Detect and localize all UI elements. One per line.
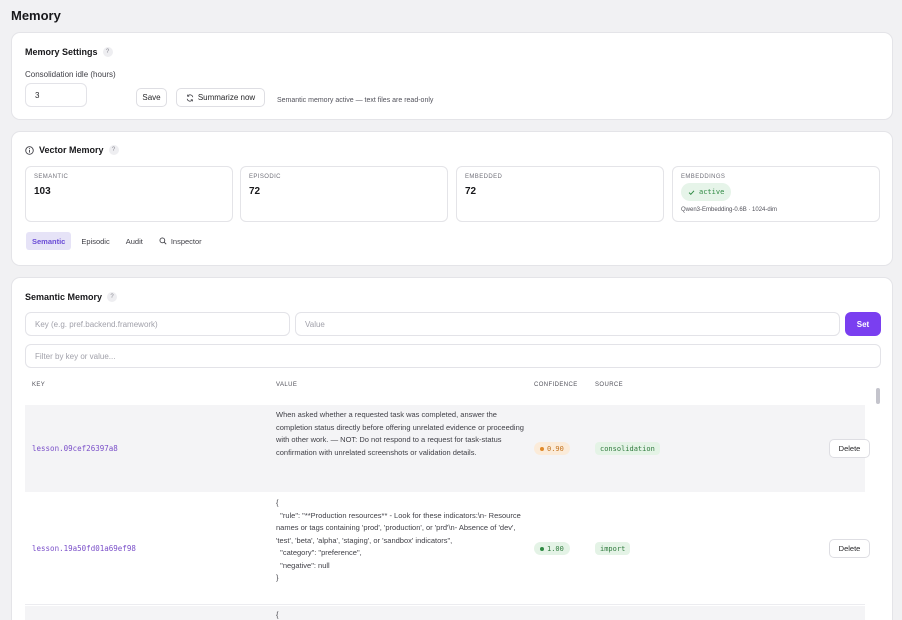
search-icon (159, 237, 167, 245)
memory-settings-card: Memory Settings ? Consolidation idle (ho… (11, 32, 893, 120)
delete-button[interactable]: Delete (829, 539, 870, 558)
tab-label: Audit (125, 236, 143, 246)
vector-memory-card: Vector Memory ? SEMANTIC 103 EPISODIC 72… (11, 131, 893, 266)
filter-input-placeholder: Filter by key or value... (35, 351, 116, 361)
save-button[interactable]: Save (136, 88, 167, 107)
help-icon[interactable]: ? (107, 292, 118, 302)
row-value: When asked whether a requested task was … (276, 410, 527, 457)
stat-value: 72 (465, 186, 477, 197)
consolidation-idle-label: Consolidation idle (hours) (25, 70, 116, 79)
page-title: Memory (11, 8, 61, 23)
stat-value: 72 (249, 186, 261, 197)
confidence-dot (540, 546, 544, 551)
semantic-memory-title: Semantic Memory (25, 292, 103, 302)
table-row: { (25, 606, 865, 620)
stat-semantic: SEMANTIC 103 (25, 166, 233, 222)
filter-input[interactable]: Filter by key or value... (25, 344, 881, 368)
summarize-now-button[interactable]: Summarize now (176, 88, 265, 107)
consolidation-idle-value: 3 (35, 90, 40, 100)
refresh-icon (186, 93, 194, 102)
info-circle-icon (25, 145, 34, 155)
source-badge: import (595, 542, 631, 555)
tab-episodic[interactable]: Episodic (75, 232, 115, 250)
confidence-dot (540, 446, 544, 451)
vector-memory-heading: Vector Memory ? (25, 145, 119, 155)
vector-memory-title: Vector Memory (39, 145, 104, 155)
confidence-value: 1.00 (547, 544, 564, 553)
help-icon[interactable]: ? (108, 145, 119, 155)
key-input-placeholder: Key (e.g. pref.backend.framework) (35, 319, 158, 329)
tab-label: Inspector (170, 236, 202, 246)
stat-caption: SEMANTIC (34, 174, 69, 180)
semantic-memory-heading: Semantic Memory ? (25, 292, 118, 302)
summarize-now-label: Summarize now (197, 93, 256, 102)
memory-tabs: Semantic Episodic Audit Inspector (26, 232, 208, 250)
stat-embedded: EMBEDDED 72 (456, 166, 664, 222)
check-icon (688, 189, 695, 195)
embedding-model: Qwen3-Embedding-0.6B · 1024-dim (681, 207, 778, 213)
consolidation-idle-input[interactable]: 3 (25, 83, 87, 107)
memory-settings-heading: Memory Settings ? (25, 47, 113, 57)
stat-value: 103 (34, 186, 51, 197)
row-key: lesson.19a50fd01a69ef98 (32, 544, 136, 553)
row-key: lesson.09cef26397a8 (32, 444, 118, 453)
column-key: KEY (32, 382, 46, 388)
save-button-label: Save (142, 93, 161, 102)
table-header: KEY VALUE CONFIDENCE SOURCE (25, 378, 865, 406)
set-button[interactable]: Set (845, 312, 881, 336)
set-button-label: Set (856, 319, 870, 329)
confidence-value: 0.90 (547, 444, 564, 453)
embeddings-status: active (699, 188, 725, 196)
key-input[interactable]: Key (e.g. pref.backend.framework) (25, 312, 290, 336)
value-input[interactable]: Value (295, 312, 840, 336)
help-icon[interactable]: ? (102, 47, 113, 57)
embeddings-status-badge: active (681, 183, 732, 201)
tab-semantic[interactable]: Semantic (26, 232, 72, 250)
confidence-badge: 0.90 (534, 442, 570, 455)
tab-label: Episodic (81, 236, 110, 246)
table-row: lesson.19a50fd01a69ef98 { "rule": "**Pro… (25, 492, 870, 605)
semantic-status-note: Semantic memory active — text files are … (277, 97, 434, 104)
table-row: lesson.09cef26397a8 When asked whether a… (25, 405, 870, 492)
column-source: SOURCE (595, 382, 624, 388)
tab-label: Semantic (32, 236, 66, 246)
tab-audit[interactable]: Audit (120, 232, 149, 250)
column-confidence: CONFIDENCE (534, 382, 578, 388)
row-value: { (276, 610, 279, 619)
delete-button[interactable]: Delete (829, 439, 870, 458)
row-value: { "rule": "**Production resources** - Lo… (276, 498, 521, 582)
table-scrollbar[interactable] (876, 388, 880, 404)
stat-caption: EMBEDDED (465, 174, 503, 180)
source-badge: consolidation (595, 442, 660, 455)
confidence-badge: 1.00 (534, 542, 570, 555)
tab-inspector[interactable]: Inspector (153, 232, 208, 250)
stat-caption: EMBEDDINGS (681, 174, 726, 180)
value-input-placeholder: Value (305, 319, 325, 329)
delete-button-label: Delete (838, 544, 861, 553)
stat-caption: EPISODIC (249, 174, 281, 180)
stat-episodic: EPISODIC 72 (240, 166, 448, 222)
memory-settings-title: Memory Settings (25, 47, 98, 57)
semantic-memory-card: Semantic Memory ? Key (e.g. pref.backend… (11, 277, 893, 620)
delete-button-label: Delete (838, 444, 861, 453)
stat-embeddings: EMBEDDINGS active Qwen3-Embedding-0.6B ·… (672, 166, 880, 222)
column-value: VALUE (276, 382, 298, 388)
